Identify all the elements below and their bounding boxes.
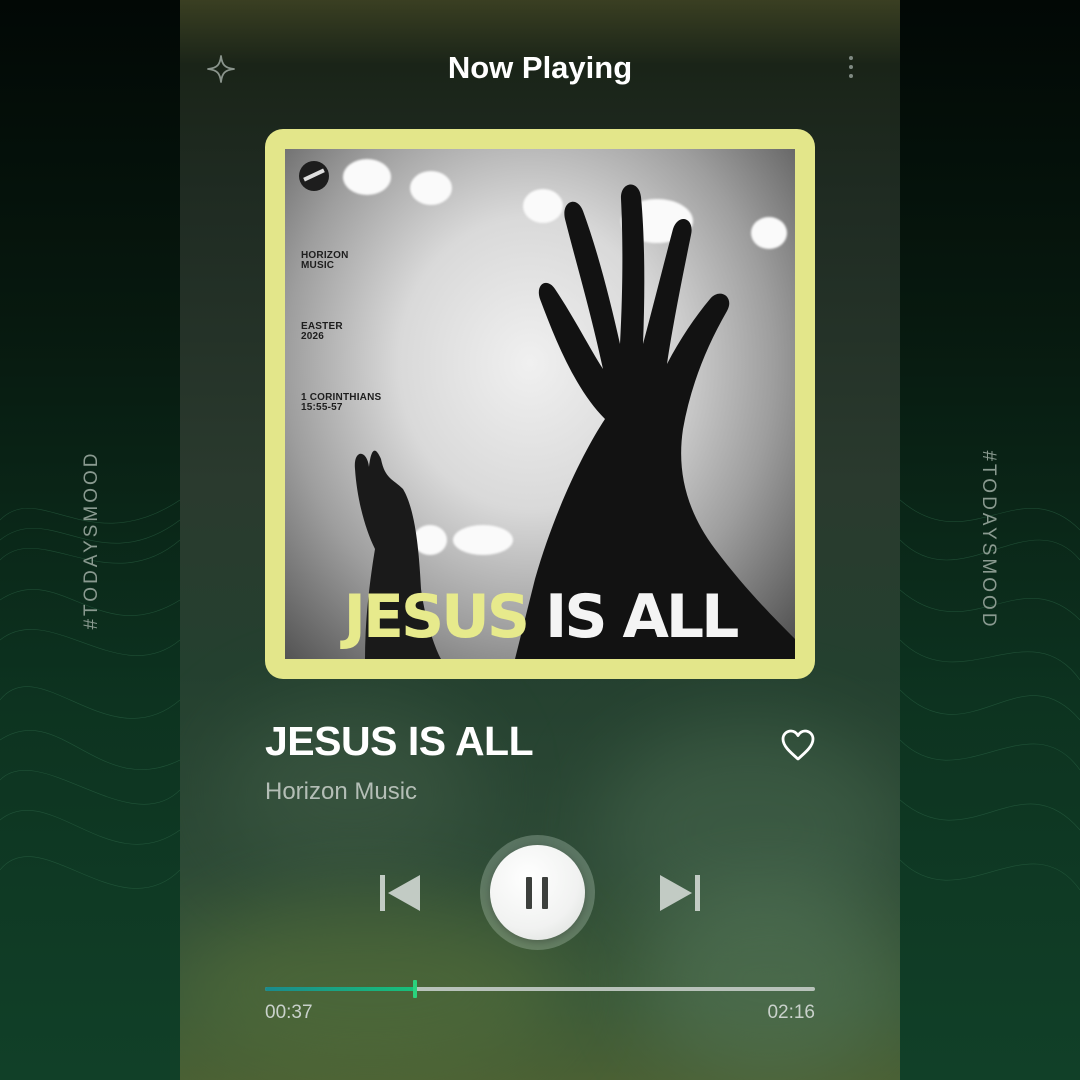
page-title: Now Playing — [447, 50, 633, 85]
album-headline-word1: JESUS — [343, 582, 530, 652]
skip-next-icon[interactable] — [658, 873, 702, 913]
album-headline: JESUS IS ALL — [285, 587, 795, 647]
song-title: JESUS IS ALL — [265, 718, 534, 764]
album-art: HORIZON MUSIC EASTER 2026 1 CORINTHIANS … — [265, 129, 815, 679]
album-headline-word2: IS ALL — [545, 582, 739, 652]
skip-previous-icon[interactable] — [378, 873, 422, 913]
side-hashtag-right: #TODAYSMOOD — [978, 450, 999, 630]
more-vertical-icon[interactable] — [844, 56, 858, 86]
heart-outline-icon[interactable] — [780, 728, 816, 762]
album-verse-text: 1 CORINTHIANS 15:55-57 — [301, 392, 382, 413]
album-label-text: HORIZON MUSIC — [301, 250, 349, 271]
progress-handle[interactable] — [412, 980, 417, 998]
playback-controls — [180, 835, 900, 950]
progress-bar[interactable] — [265, 980, 815, 998]
pause-button[interactable] — [490, 845, 585, 940]
screen: #TODAYSMOOD #TODAYSMOOD Now Playing HORI… — [0, 0, 1080, 1080]
player-panel: Now Playing HORIZON MUSIC EASTER 2026 1 … — [180, 0, 900, 1080]
album-event-text: EASTER 2026 — [301, 321, 343, 342]
label-logo-icon — [299, 161, 329, 191]
progress-fill — [265, 987, 415, 991]
pause-icon-bar-right — [542, 877, 548, 909]
pause-icon-bar-left — [526, 877, 532, 909]
elapsed-time: 00:37 — [265, 1002, 313, 1023]
album-art-image: HORIZON MUSIC EASTER 2026 1 CORINTHIANS … — [285, 149, 795, 659]
side-hashtag-left: #TODAYSMOOD — [81, 450, 102, 630]
artist-name[interactable]: Horizon Music — [265, 778, 417, 806]
total-time: 02:16 — [767, 1002, 815, 1023]
top-bar: Now Playing — [180, 44, 900, 94]
